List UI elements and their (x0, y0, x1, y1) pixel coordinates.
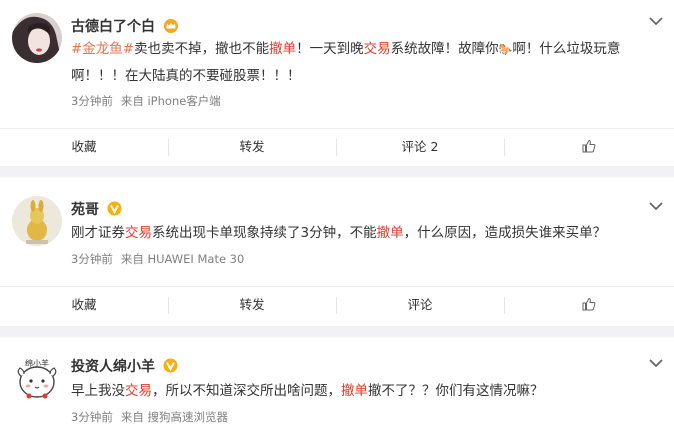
post-source: 来自 搜狗高速浏览器 (120, 410, 228, 424)
comment-label: 评论 2 (401, 139, 439, 154)
horse-emoji-icon: 🐎 (498, 43, 513, 56)
post-content: 刚才证券交易系统出现卡单现象持续了3分钟，不能撤单，什么原因，造成损失谁来买单？ (71, 222, 606, 244)
user-name[interactable]: 古德白了个白 (71, 16, 179, 37)
chevron-down-icon[interactable] (648, 358, 664, 368)
thumbs-up-icon (582, 139, 596, 153)
collect-button[interactable]: 收藏 (0, 129, 168, 165)
post-time[interactable]: 3分钟前 (71, 252, 113, 266)
keyword-highlight: 交易 (363, 41, 391, 57)
content-text: 系统出现卡单现象持续了3分钟，不能 (152, 225, 377, 241)
content-line-1: #金龙鱼#卖也卖不掉，撤也不能撤单！一天到晚交易系统故障！故障你🐎啊！什么垃圾玩… (71, 38, 620, 61)
comment-button[interactable]: 评论 (336, 287, 504, 323)
post-time[interactable]: 3分钟前 (71, 410, 113, 424)
collect-button[interactable]: 收藏 (0, 287, 168, 323)
post-time[interactable]: 3分钟前 (71, 94, 113, 108)
content-text: 卖也卖不掉，撤也不能 (134, 41, 270, 57)
keyword-highlight: 交易 (125, 383, 152, 399)
content-text: ，所以不知道深交所出啥问题， (152, 383, 341, 399)
post-meta: 3分钟前 来自 搜狗高速浏览器 (71, 409, 228, 425)
user-name-text[interactable]: 投资人绵小羊 (71, 359, 155, 375)
comment-button[interactable]: 评论 2 (336, 129, 504, 165)
content-text: ，什么原因，造成损失谁来买单？ (403, 225, 607, 241)
post-meta: 3分钟前 来自 HUAWEI Mate 30 (71, 251, 244, 267)
user-name[interactable]: 苑哥 (71, 199, 122, 220)
content-text: 啊！！！在大陆真的不要碰股票！！！ (71, 68, 301, 84)
thumbs-up-icon (582, 297, 596, 311)
vip-v-badge-icon (163, 358, 178, 377)
like-button[interactable] (504, 287, 674, 323)
post-card: 古德白了个白 #金龙鱼#卖也卖不掉，撤也不能撤单！一天到晚交易系统故障！故障你🐎… (0, 0, 674, 166)
forward-button[interactable]: 转发 (168, 129, 336, 165)
action-bar: 收藏 转发 评论 (0, 286, 674, 322)
content-text: 早上我没 (71, 383, 125, 399)
vip-v-badge-icon (107, 201, 122, 220)
crown-badge-icon (163, 19, 179, 37)
forward-label: 转发 (239, 139, 265, 154)
chevron-down-icon[interactable] (648, 201, 664, 211)
content-text: 撤不了？？你们有这情况嘛？ (368, 383, 544, 399)
avatar[interactable] (12, 13, 62, 63)
content-text: 刚才证券 (71, 225, 125, 241)
forward-label: 转发 (239, 297, 265, 312)
post-content: 早上我没交易，所以不知道深交所出啥问题，撤单撤不了？？你们有这情况嘛？ (71, 380, 544, 402)
keyword-highlight: 撤单 (341, 383, 368, 399)
collect-label: 收藏 (71, 139, 97, 154)
content-line-2: 啊！！！在大陆真的不要碰股票！！！ (71, 65, 620, 87)
content-text: ！一天到晚 (296, 41, 364, 57)
like-button[interactable] (504, 129, 674, 165)
post-content: #金龙鱼#卖也卖不掉，撤也不能撤单！一天到晚交易系统故障！故障你🐎啊！什么垃圾玩… (71, 38, 620, 87)
keyword-highlight: 交易 (125, 225, 152, 241)
post-meta: 3分钟前 来自 iPhone客户端 (71, 93, 221, 109)
user-name-text[interactable]: 苑哥 (71, 202, 99, 218)
avatar[interactable]: 绵小羊 (12, 352, 62, 402)
keyword-highlight: 撤单 (269, 41, 297, 57)
user-name[interactable]: 投资人绵小羊 (71, 356, 178, 377)
avatar[interactable] (12, 196, 62, 246)
topic-link[interactable]: #金龙鱼# (71, 41, 134, 57)
user-name-text[interactable]: 古德白了个白 (71, 19, 155, 35)
comment-label: 评论 (407, 297, 433, 312)
content-text: 啊！什么垃圾玩意 (512, 41, 621, 57)
content-text: 系统故障！故障你 (390, 41, 499, 57)
chevron-down-icon[interactable] (648, 16, 664, 26)
forward-button[interactable]: 转发 (168, 287, 336, 323)
post-source: 来自 HUAWEI Mate 30 (120, 252, 245, 266)
avatar-text: 绵小羊 (25, 358, 49, 368)
post-source: 来自 iPhone客户端 (120, 94, 221, 108)
keyword-highlight: 撤单 (376, 225, 404, 241)
action-bar: 收藏 转发 评论 2 (0, 128, 674, 164)
collect-label: 收藏 (71, 297, 97, 312)
